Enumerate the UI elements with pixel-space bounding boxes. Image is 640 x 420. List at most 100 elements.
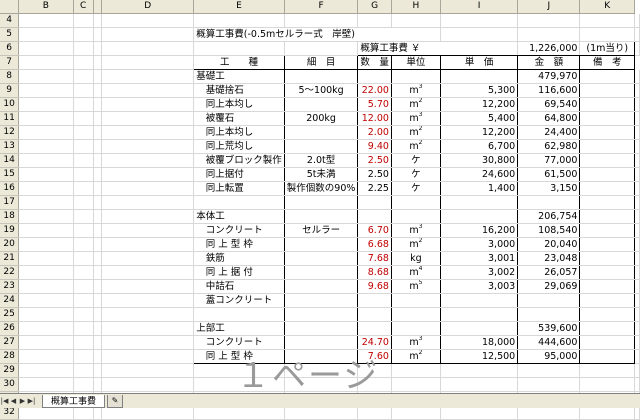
cell[interactable] (101, 237, 195, 252)
cell[interactable] (101, 209, 195, 224)
column-header[interactable]: B (18, 0, 74, 14)
row-number[interactable]: 4 (0, 13, 20, 28)
cell[interactable] (634, 335, 640, 350)
cell[interactable] (18, 83, 74, 98)
row-number[interactable]: 13 (0, 139, 20, 154)
cell[interactable] (634, 377, 640, 392)
cell[interactable] (101, 181, 195, 196)
row-number[interactable]: 5 (0, 27, 20, 42)
cell[interactable] (101, 55, 195, 70)
sheet-tab[interactable]: 概算工事費 (42, 394, 106, 408)
cell[interactable] (93, 153, 103, 168)
cell[interactable] (101, 377, 195, 392)
cell[interactable] (101, 97, 195, 112)
cell[interactable] (18, 55, 74, 70)
cell[interactable] (93, 195, 103, 210)
cell[interactable] (579, 13, 635, 28)
row-number[interactable]: 14 (0, 153, 20, 168)
cell[interactable] (73, 251, 94, 266)
column-header[interactable]: K (579, 0, 635, 14)
cell[interactable] (634, 125, 640, 140)
cell[interactable] (634, 349, 640, 364)
cell[interactable] (73, 237, 94, 252)
cell[interactable] (93, 279, 103, 294)
cell[interactable] (73, 265, 94, 280)
cell[interactable] (73, 83, 94, 98)
column-header[interactable]: D (101, 0, 195, 14)
cell[interactable] (18, 181, 74, 196)
cell[interactable] (634, 251, 640, 266)
column-header[interactable] (93, 0, 103, 14)
cell[interactable] (101, 251, 195, 266)
cell[interactable] (73, 321, 94, 336)
column-header[interactable]: C (73, 0, 94, 14)
cell[interactable] (18, 13, 74, 28)
cell[interactable] (101, 111, 195, 126)
cell[interactable] (18, 265, 74, 280)
row-number[interactable]: 28 (0, 349, 20, 364)
cell[interactable] (634, 209, 640, 224)
cell[interactable] (93, 125, 103, 140)
cell[interactable] (93, 111, 103, 126)
cell[interactable] (18, 363, 74, 378)
cell[interactable] (93, 13, 103, 28)
insert-sheet-icon[interactable]: ✎ (107, 394, 124, 408)
cell[interactable] (634, 97, 640, 112)
cell[interactable] (440, 377, 519, 392)
row-number[interactable]: 9 (0, 83, 20, 98)
cell[interactable] (101, 41, 195, 56)
cell[interactable] (93, 83, 103, 98)
cell[interactable] (101, 167, 195, 182)
row-number[interactable]: 21 (0, 251, 20, 266)
cell[interactable] (18, 97, 74, 112)
cell[interactable] (93, 321, 103, 336)
cell[interactable] (440, 13, 519, 28)
cell[interactable] (93, 335, 103, 350)
cell[interactable] (73, 307, 94, 322)
cell[interactable] (93, 349, 103, 364)
column-header[interactable]: I (440, 0, 519, 14)
row-number[interactable]: 6 (0, 41, 20, 56)
cell[interactable] (93, 363, 103, 378)
cell[interactable] (634, 111, 640, 126)
cell[interactable] (73, 125, 94, 140)
last-sheet-icon[interactable]: ▶| (27, 395, 36, 407)
row-number[interactable]: 23 (0, 279, 20, 294)
row-number[interactable]: 24 (0, 293, 20, 308)
cell[interactable] (18, 237, 74, 252)
row-number[interactable]: 12 (0, 125, 20, 140)
cell[interactable] (73, 111, 94, 126)
cell[interactable] (579, 27, 635, 42)
cell[interactable] (634, 41, 640, 56)
cell[interactable] (93, 139, 103, 154)
row-number[interactable]: 11 (0, 111, 20, 126)
cell[interactable] (193, 41, 285, 56)
cell[interactable] (73, 97, 94, 112)
cell[interactable] (18, 69, 74, 84)
cell[interactable] (93, 27, 103, 42)
cell[interactable] (634, 363, 640, 378)
cell[interactable] (93, 97, 103, 112)
cell[interactable] (101, 307, 195, 322)
cell[interactable] (101, 279, 195, 294)
cell[interactable] (93, 251, 103, 266)
cell[interactable] (73, 279, 94, 294)
cell[interactable] (18, 223, 74, 238)
cell[interactable] (73, 153, 94, 168)
cell[interactable] (634, 223, 640, 238)
row-number[interactable]: 25 (0, 307, 20, 322)
cell[interactable] (634, 279, 640, 294)
cell[interactable] (101, 293, 195, 308)
row-number[interactable]: 8 (0, 69, 20, 84)
cell[interactable] (193, 13, 285, 28)
cell[interactable] (517, 27, 581, 42)
row-number[interactable]: 18 (0, 209, 20, 224)
cell[interactable] (93, 69, 103, 84)
cell[interactable] (634, 265, 640, 280)
prev-sheet-icon[interactable]: ◀ (9, 395, 18, 407)
cell[interactable] (18, 167, 74, 182)
cell[interactable] (634, 69, 640, 84)
column-header[interactable]: J (517, 0, 581, 14)
cell[interactable] (101, 265, 195, 280)
cell[interactable] (634, 181, 640, 196)
